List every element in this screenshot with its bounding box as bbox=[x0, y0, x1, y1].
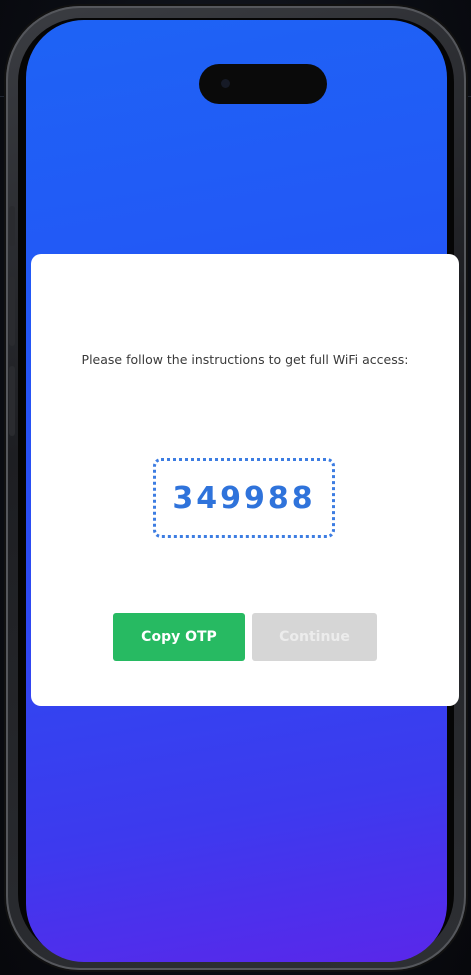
instructions-text: Please follow the instructions to get fu… bbox=[81, 352, 409, 367]
action-button bbox=[9, 206, 15, 246]
otp-dialog: Please follow the instructions to get fu… bbox=[31, 254, 459, 706]
volume-down-button bbox=[9, 366, 15, 436]
volume-up-button bbox=[9, 276, 15, 346]
dynamic-island-icon bbox=[199, 64, 327, 104]
otp-code: 349988 bbox=[172, 480, 316, 516]
continue-button[interactable]: Continue bbox=[252, 613, 377, 661]
copy-otp-button[interactable]: Copy OTP bbox=[113, 613, 245, 661]
background: Please follow the instructions to get fu… bbox=[0, 0, 471, 975]
front-camera-icon bbox=[221, 79, 230, 88]
otp-code-box: 349988 bbox=[153, 458, 335, 538]
